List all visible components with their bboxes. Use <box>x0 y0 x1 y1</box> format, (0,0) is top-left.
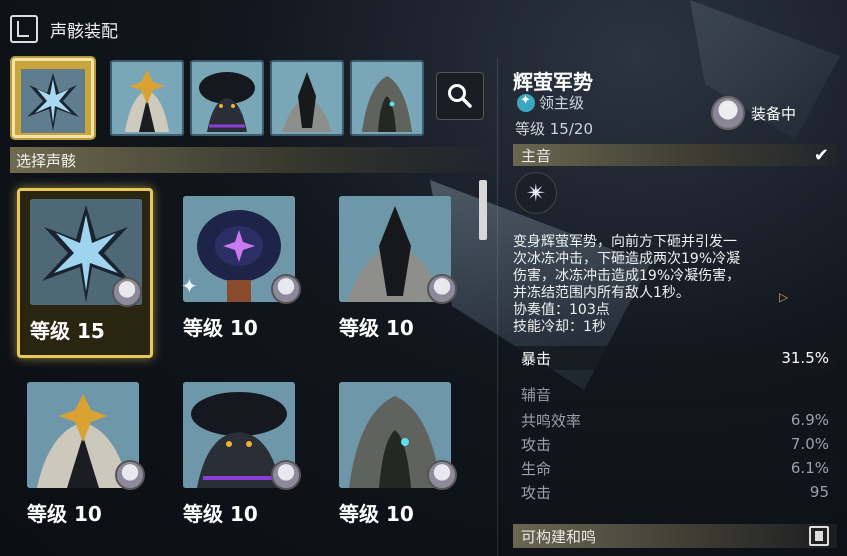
sparkle-icon: ✦ <box>181 274 198 298</box>
equip-status: 装备中 <box>751 105 797 123</box>
sub-stat-value: 6.1% <box>790 459 829 477</box>
select-echo-label: 选择声骸 <box>16 151 77 170</box>
panel-divider <box>497 58 498 556</box>
sub-stat-value: 7.0% <box>790 435 829 453</box>
echo-card[interactable]: 等级 10 <box>17 374 153 544</box>
character-avatar <box>427 460 457 490</box>
echo-grid: 等级 15 ✦ 等级 10 等级 10 等级 10 等级 10 等级 10 <box>17 188 477 556</box>
equipped-character-avatar[interactable] <box>711 96 745 130</box>
skill-description: 变身辉萤军势，向前方下砸并引发一 次冰冻冲击，下砸造成两次19%冷凝 伤害，冰冻… <box>513 234 837 336</box>
rarity-label: 领主级 <box>539 94 585 112</box>
echo-card[interactable]: 等级 10 <box>329 374 465 544</box>
hood-echo-icon <box>362 76 412 132</box>
description-line: 技能冷却：1秒 <box>513 319 606 335</box>
main-stat-value: 31.5% <box>781 349 829 367</box>
sub-stats-list: 共鸣效率 6.9% 攻击 7.0% 生命 6.1% 攻击 95 <box>513 408 837 504</box>
echo-name: 辉萤军势 <box>513 70 593 94</box>
echo-card[interactable]: 等级 15 <box>17 188 153 358</box>
sub-stat-value: 6.9% <box>790 411 829 429</box>
echo-carousel <box>12 58 424 138</box>
echo-level-progress: 等级 15/20 <box>515 120 593 138</box>
echo-card[interactable]: 等级 10 <box>173 374 309 544</box>
document-icon[interactable] <box>809 526 829 546</box>
character-avatar <box>112 277 142 307</box>
sub-stat-name: 共鸣效率 <box>521 411 582 430</box>
main-stat-name: 暴击 <box>521 349 552 368</box>
sonata-set-label: 可构建和鸣 <box>521 527 597 546</box>
echo-level: 等级 10 <box>27 502 102 526</box>
shard-echo-icon <box>282 72 332 132</box>
echo-card[interactable]: ✦ 等级 10 <box>173 188 309 358</box>
search-icon <box>448 84 472 108</box>
sub-stat-row: 共鸣效率 6.9% <box>513 408 837 432</box>
sub-stat-name: 生命 <box>521 459 552 478</box>
character-avatar <box>271 460 301 490</box>
sonata-set-bar[interactable]: 可构建和鸣 <box>513 524 837 548</box>
sub-stat-value: 95 <box>809 483 829 501</box>
carousel-item-crest[interactable] <box>110 60 184 136</box>
sub-stat-row: 攻击 7.0% <box>513 432 837 456</box>
sub-stat-name: 攻击 <box>521 435 552 454</box>
main-echo-label: 主音 <box>521 146 552 165</box>
page-title: 声骸装配 <box>50 21 118 42</box>
carousel-item-flower[interactable] <box>190 60 264 136</box>
search-button[interactable] <box>436 72 484 120</box>
character-avatar <box>115 460 145 490</box>
sub-stat-name: 攻击 <box>521 483 552 502</box>
character-avatar <box>427 274 457 304</box>
carousel-item-active[interactable] <box>12 58 94 138</box>
back-icon[interactable] <box>10 15 38 43</box>
title-bar: 声骸装配 <box>10 13 118 45</box>
rarity: 领主级 <box>517 92 584 113</box>
select-echo-header: 选择声骸 <box>10 147 496 173</box>
sub-stat-row: 生命 6.1% <box>513 456 837 480</box>
description-line: 次冰冻冲击，下砸造成两次19%冷凝 <box>513 251 741 267</box>
crystal-echo-icon <box>21 69 85 133</box>
flower-echo-icon <box>199 72 255 132</box>
description-line: 并冻结范围内所有敌人1秒。 <box>513 285 690 301</box>
rarity-icon <box>517 93 535 112</box>
echo-level: 等级 10 <box>183 502 258 526</box>
echo-level: 等级 10 <box>183 316 258 340</box>
echo-card[interactable]: 等级 10 <box>329 188 465 358</box>
echo-skill-icon: ✴ <box>515 172 557 214</box>
check-icon: ✔ <box>813 145 829 166</box>
echo-detail-panel: 辉萤军势 领主级 等级 15/20 装备中 主音 ✔ ✴ 变身辉萤军势，向前方下… <box>507 58 842 556</box>
character-avatar <box>271 274 301 304</box>
sub-stats-label: 辅音 <box>521 386 552 404</box>
echo-level: 等级 10 <box>339 316 414 340</box>
crest-echo-icon <box>125 70 169 132</box>
play-arrow-icon: ▷ <box>779 290 789 304</box>
description-line: 变身辉萤军势，向前方下砸并引发一 <box>513 234 737 250</box>
main-stat-row: 暴击 31.5% <box>513 346 837 370</box>
description-line: 伤害，冰冻冲击造成19%冷凝伤害， <box>513 268 741 284</box>
grid-scrollbar[interactable] <box>479 180 487 240</box>
carousel-item-hood[interactable] <box>350 60 424 136</box>
echo-level: 等级 10 <box>339 502 414 526</box>
sub-stat-row: 攻击 95 <box>513 480 837 504</box>
echo-level: 等级 15 <box>30 319 105 343</box>
main-echo-bar[interactable]: 主音 ✔ <box>513 144 837 166</box>
carousel-item-shard[interactable] <box>270 60 344 136</box>
description-line: 协奏值：103点 <box>513 302 610 318</box>
